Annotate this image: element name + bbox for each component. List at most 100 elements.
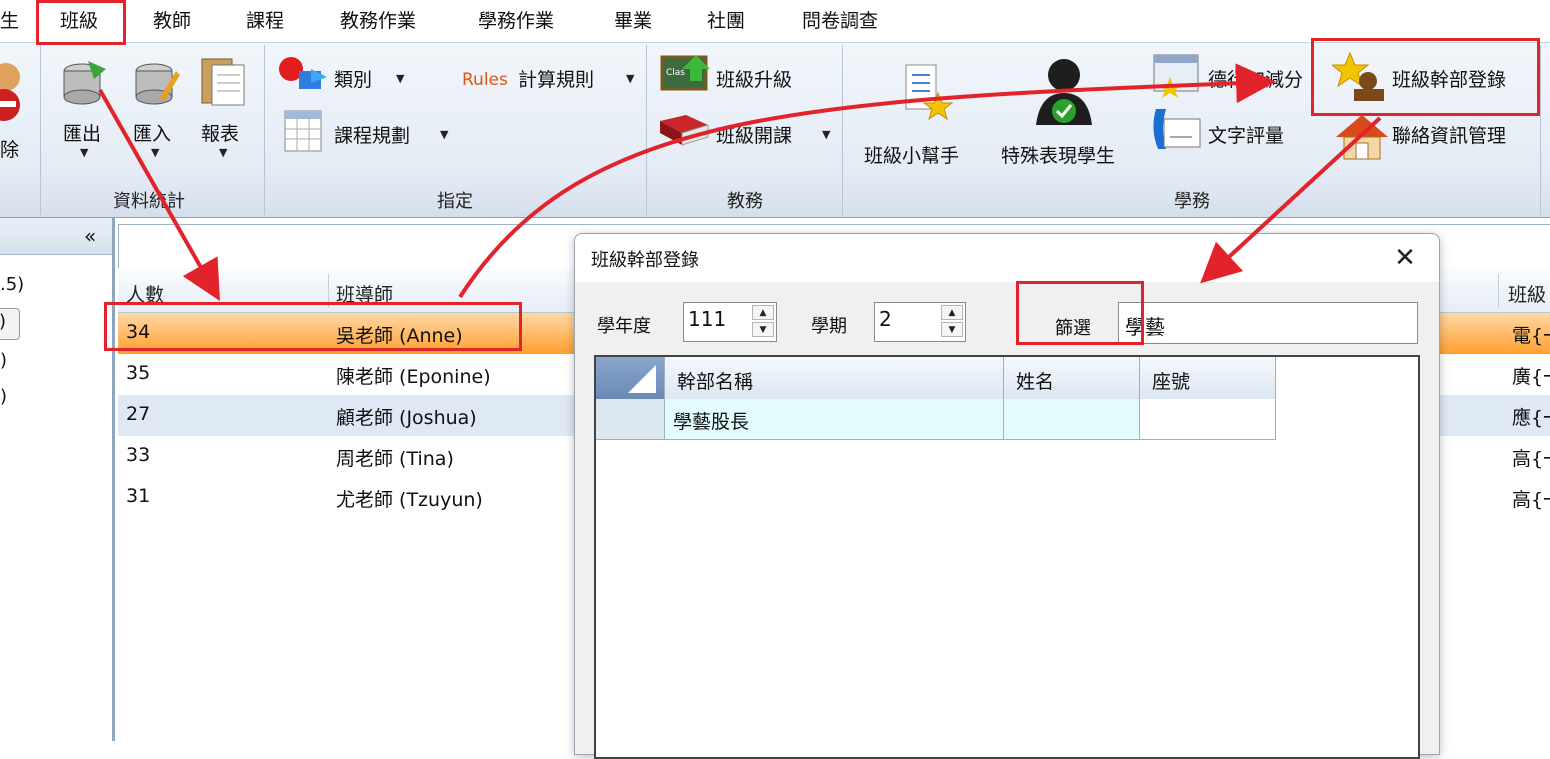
merit-window-icon — [1153, 54, 1199, 98]
menu-teacher[interactable]: 教師 — [153, 0, 191, 42]
house-contact-icon — [1336, 115, 1388, 160]
highlight-selected-row — [104, 302, 522, 351]
cell-teacher: 尤老師 (Tzuyun) — [336, 489, 483, 511]
spin-up-icon[interactable]: ▲ — [752, 305, 774, 320]
dialog-body: 學年度 111 ▲ ▼ 學期 2 ▲ ▼ 篩選 學藝 幹部名稱 姓名 座號 學藝… — [575, 282, 1439, 759]
left-pane-header: « — [0, 218, 112, 255]
cell-class: 電{一 — [1512, 325, 1550, 347]
report-clipboard-icon — [201, 58, 245, 106]
spin-down-icon[interactable]: ▼ — [941, 322, 963, 337]
class-icon-text: Clas — [666, 68, 685, 78]
cadre-grid: 幹部名稱 姓名 座號 學藝股長 — [594, 355, 1420, 759]
menu-survey[interactable]: 問卷調查 — [802, 0, 878, 42]
chevron-down-icon[interactable]: ▼ — [219, 146, 227, 159]
category-button[interactable]: 類別 — [334, 65, 372, 92]
calendar-grid-icon — [284, 110, 322, 152]
cell-teacher: 周老師 (Tina) — [336, 448, 454, 470]
semester-stepper[interactable]: 2 ▲ ▼ — [874, 302, 966, 342]
spin-up-icon[interactable]: ▲ — [941, 305, 963, 320]
menu-student-affairs-ops[interactable]: 學務作業 — [478, 0, 554, 42]
menu-course[interactable]: 課程 — [246, 0, 284, 42]
menu-bar: 生 班級 教師 課程 教務作業 學務作業 畢業 社團 問卷調查 — [0, 0, 1550, 42]
contact-management-button[interactable]: 聯絡資訊管理 — [1392, 121, 1506, 148]
open-course-button[interactable]: 班級開課 — [716, 121, 792, 148]
cell-count: 31 — [126, 485, 151, 507]
book-open-course-icon — [660, 115, 709, 146]
menu-item-partial[interactable]: 生 — [0, 0, 19, 42]
school-year-value: 111 — [688, 307, 727, 331]
spin-down-icon[interactable]: ▼ — [752, 322, 774, 337]
close-icon[interactable]: ✕ — [1387, 240, 1423, 276]
semester-value: 2 — [879, 307, 892, 331]
report-button[interactable]: 報表 — [201, 119, 239, 146]
semester-label: 學期 — [811, 316, 847, 337]
school-year-label: 學年度 — [597, 316, 651, 337]
cell-name[interactable] — [1004, 399, 1140, 440]
chevron-down-icon[interactable]: ▼ — [151, 146, 159, 159]
header-name[interactable]: 姓名 — [1004, 357, 1140, 400]
highlight-menu-class — [36, 0, 126, 45]
chevron-down-icon[interactable]: ▼ — [626, 72, 634, 85]
group-label-student-affairs: 學務 — [1174, 191, 1210, 212]
school-year-stepper[interactable]: 111 ▲ ▼ — [683, 302, 777, 342]
export-button[interactable]: 匯出 — [63, 119, 101, 146]
row-header[interactable] — [596, 399, 665, 440]
group-label-data-stats: 資料統計 — [113, 191, 185, 212]
cell-teacher: 顧老師 (Joshua) — [336, 407, 477, 429]
cell-teacher: 陳老師 (Eponine) — [336, 366, 491, 388]
promote-button[interactable]: 班級升級 — [716, 65, 792, 92]
header-class[interactable]: 班級 — [1508, 280, 1546, 307]
class-helper-button[interactable]: 班級小幫手 — [864, 141, 959, 168]
group-label-academic: 教務 — [727, 191, 763, 212]
collapse-icon[interactable]: « — [84, 224, 96, 248]
chevron-down-icon[interactable]: ▼ — [80, 146, 88, 159]
database-export-icon — [63, 61, 106, 105]
import-button[interactable]: 匯入 — [133, 119, 171, 146]
delete-icon — [0, 63, 20, 121]
select-all-corner[interactable] — [596, 357, 665, 400]
chevron-down-icon[interactable]: ▼ — [822, 128, 830, 141]
database-import-icon — [135, 63, 180, 105]
calc-rules-button[interactable]: 計算規則 — [518, 65, 594, 92]
cell-seat[interactable] — [1140, 399, 1276, 440]
cell-class: 高{一 — [1512, 448, 1550, 470]
text-eval-button[interactable]: 文字評量 — [1208, 121, 1284, 148]
highlight-cadre-button — [1311, 38, 1540, 116]
corner-triangle-icon — [628, 365, 656, 393]
tree-item[interactable]: ) — [0, 386, 7, 407]
class-promote-icon: Clas — [660, 55, 710, 91]
cell-cadre-name[interactable]: 學藝股長 — [665, 399, 1004, 440]
cell-class: 廣{一 — [1512, 366, 1550, 388]
menu-clubs[interactable]: 社團 — [707, 0, 745, 42]
highlight-filter — [1016, 281, 1144, 345]
text-eval-icon — [1153, 109, 1201, 149]
tree-item-label: ) — [0, 311, 6, 332]
menu-academic-ops[interactable]: 教務作業 — [340, 0, 416, 42]
tree-item-selected[interactable]: ) — [0, 308, 20, 340]
dialog-title: 班級幹部登錄 — [591, 250, 699, 271]
student-check-icon — [1036, 59, 1092, 125]
checklist-star-icon — [905, 64, 954, 121]
tree-item[interactable]: .5) — [0, 274, 24, 295]
merit-button[interactable]: 德行加減分 — [1208, 65, 1303, 92]
rules-icon: Rules — [462, 70, 508, 90]
tree-item[interactable]: ) — [0, 350, 7, 371]
chevron-down-icon[interactable]: ▼ — [440, 128, 448, 141]
menu-graduation[interactable]: 畢業 — [614, 0, 652, 42]
group-label-assign: 指定 — [437, 191, 473, 212]
header-seat[interactable]: 座號 — [1140, 357, 1276, 400]
special-students-button[interactable]: 特殊表現學生 — [1001, 141, 1115, 168]
chevron-down-icon[interactable]: ▼ — [396, 72, 404, 85]
filter-input[interactable]: 學藝 — [1118, 302, 1418, 344]
course-plan-button[interactable]: 課程規劃 — [334, 121, 410, 148]
shapes-category-icon — [279, 57, 327, 89]
cell-count: 27 — [126, 403, 151, 425]
delete-button[interactable]: 除 — [0, 135, 19, 162]
cell-class: 應{一 — [1512, 407, 1550, 429]
cell-count: 33 — [126, 444, 151, 466]
left-pane: « .5) ) ) ) — [0, 218, 115, 741]
header-cadre-name[interactable]: 幹部名稱 — [665, 357, 1004, 400]
cell-count: 35 — [126, 362, 151, 384]
cadre-registration-dialog: 班級幹部登錄 ✕ 學年度 111 ▲ ▼ 學期 2 ▲ ▼ 篩選 學藝 幹部名稱 — [574, 233, 1440, 759]
cell-class: 高{一 — [1512, 489, 1550, 511]
